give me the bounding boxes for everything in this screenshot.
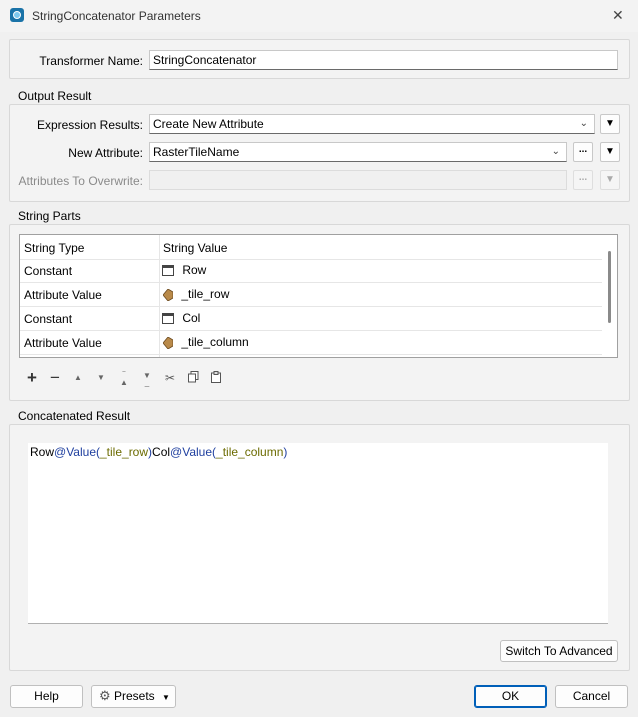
row-4-type[interactable]: Attribute Value — [24, 336, 102, 350]
token-text: Row — [30, 445, 55, 459]
ok-button[interactable]: OK — [474, 685, 547, 708]
new-attribute-label: New Attribute: — [68, 146, 143, 160]
row-3-value-text: Col — [182, 311, 201, 325]
move-down-icon[interactable]: ▼ — [93, 373, 109, 382]
close-icon[interactable]: ✕ — [612, 7, 624, 24]
gear-icon: ⚙ — [99, 688, 111, 703]
expression-line: Row@Value(_tile_row)Col@Value(_tile_colu… — [30, 445, 287, 459]
row-2-type[interactable]: Attribute Value — [24, 288, 102, 302]
attribute-icon — [163, 336, 173, 349]
token-function: @Value( — [170, 445, 217, 459]
expression-results-menu-button[interactable]: ▼ — [600, 114, 620, 134]
new-attribute-select[interactable]: RasterTileName ⌄ — [149, 142, 567, 162]
window-title: StringConcatenator Parameters — [32, 9, 201, 23]
chevron-down-icon: ⌄ — [551, 146, 560, 157]
string-parts-title: String Parts — [18, 209, 81, 223]
row-2-value[interactable]: _tile_row — [163, 287, 229, 301]
new-attribute-menu-button[interactable]: ▼ — [600, 142, 620, 162]
chevron-down-icon: ⌄ — [579, 118, 588, 129]
row-divider — [20, 259, 602, 260]
row-divider — [20, 306, 602, 307]
expression-results-select[interactable]: Create New Attribute ⌄ — [149, 114, 595, 134]
cancel-button[interactable]: Cancel — [555, 685, 628, 708]
token-text: Col — [152, 445, 171, 459]
move-bottom-icon[interactable]: ▼ _ — [139, 372, 155, 387]
row-3-value[interactable]: Col — [162, 311, 200, 325]
table-scrollbar[interactable] — [608, 251, 611, 323]
concatenated-result-title: Concatenated Result — [18, 409, 131, 423]
row-4-value-text: _tile_column — [181, 335, 249, 349]
move-top-icon[interactable]: ‾ ▲ — [116, 372, 132, 387]
concatenated-result-editor[interactable]: Row@Value(_tile_row)Col@Value(_tile_colu… — [28, 443, 608, 624]
row-divider — [20, 282, 602, 283]
string-parts-table[interactable]: String Type String Value Constant Row At… — [19, 234, 618, 358]
column-header-value[interactable]: String Value — [163, 241, 227, 255]
new-attribute-browse-button[interactable]: ... — [573, 142, 593, 162]
row-1-value[interactable]: Row — [162, 263, 206, 277]
column-header-type[interactable]: String Type — [24, 241, 84, 255]
presets-label: Presets — [114, 689, 155, 703]
attribute-icon — [163, 288, 173, 301]
token-function: ) — [283, 445, 288, 459]
cut-icon[interactable]: ✂ — [162, 371, 178, 385]
row-1-type[interactable]: Constant — [24, 264, 72, 278]
row-divider — [20, 330, 602, 331]
row-2-value-text: _tile_row — [181, 287, 230, 301]
token-attribute: _tile_column — [216, 445, 284, 459]
transformer-name-input[interactable]: StringConcatenator — [149, 50, 618, 70]
output-result-title: Output Result — [18, 89, 92, 103]
attributes-overwrite-browse-button[interactable]: ... — [573, 170, 593, 190]
attributes-overwrite-label: Attributes To Overwrite: — [18, 174, 144, 188]
attributes-overwrite-menu-button[interactable]: ▼ — [600, 170, 620, 190]
transformer-name-label: Transformer Name: — [39, 54, 143, 68]
move-up-icon[interactable]: ▲ — [70, 373, 86, 382]
row-4-value[interactable]: _tile_column — [163, 335, 249, 349]
presets-button[interactable]: ⚙ Presets ▼ — [91, 685, 176, 708]
token-function: @Value( — [54, 445, 100, 459]
attributes-overwrite-input[interactable] — [149, 170, 567, 190]
remove-icon[interactable]: − — [47, 369, 63, 386]
paste-icon[interactable] — [208, 371, 224, 386]
switch-to-advanced-button[interactable]: Switch To Advanced — [500, 640, 618, 662]
row-3-type[interactable]: Constant — [24, 312, 72, 326]
expression-results-label: Expression Results: — [36, 118, 143, 132]
row-1-value-text: Row — [182, 263, 207, 277]
caret-down-icon: ▼ — [162, 693, 170, 702]
new-attribute-value: RasterTileName — [153, 145, 240, 159]
title-bar: StringConcatenator Parameters ✕ — [0, 0, 638, 32]
copy-icon[interactable] — [185, 371, 201, 386]
app-icon — [10, 8, 24, 22]
token-attribute: _tile_row — [100, 445, 149, 459]
row-divider — [20, 354, 602, 355]
constant-icon — [162, 313, 174, 325]
expression-results-value: Create New Attribute — [153, 117, 264, 131]
add-icon[interactable]: + — [24, 369, 40, 386]
help-button[interactable]: Help — [10, 685, 83, 708]
column-divider — [159, 235, 160, 357]
constant-icon — [162, 265, 174, 277]
